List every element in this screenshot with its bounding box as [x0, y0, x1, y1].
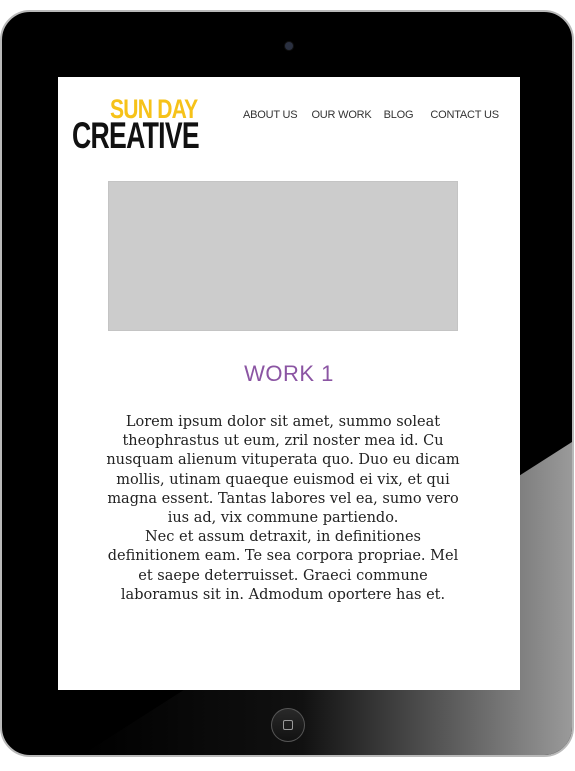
stage: SUN DAY CREATIVE ABOUT US OUR WORK BLOG …	[0, 0, 575, 771]
logo-creative: CREATIVE	[72, 115, 200, 156]
work-paragraph-1: Lorem ipsum dolor sit amet, summo soleat…	[106, 414, 460, 527]
nav-about-us[interactable]: ABOUT US	[243, 109, 298, 121]
work-paragraph-2: Nec et assum detraxit, in definitiones d…	[107, 529, 459, 603]
camera-icon	[285, 42, 293, 50]
logo[interactable]: SUN DAY CREATIVE	[72, 95, 212, 155]
nav-our-work[interactable]: OUR WORK	[311, 109, 371, 121]
work-description: Lorem ipsum dolor sit amet, summo soleat…	[102, 413, 464, 605]
home-square-icon	[283, 720, 293, 730]
home-button[interactable]	[271, 708, 305, 742]
nav-blog[interactable]: BLOG	[384, 109, 414, 121]
nav-contact-us[interactable]: CONTACT US	[430, 109, 499, 121]
screen: SUN DAY CREATIVE ABOUT US OUR WORK BLOG …	[58, 77, 520, 690]
main-nav: ABOUT US OUR WORK BLOG CONTACT US	[243, 109, 499, 121]
work-title: WORK 1	[244, 361, 334, 386]
work-image-placeholder	[108, 181, 458, 331]
